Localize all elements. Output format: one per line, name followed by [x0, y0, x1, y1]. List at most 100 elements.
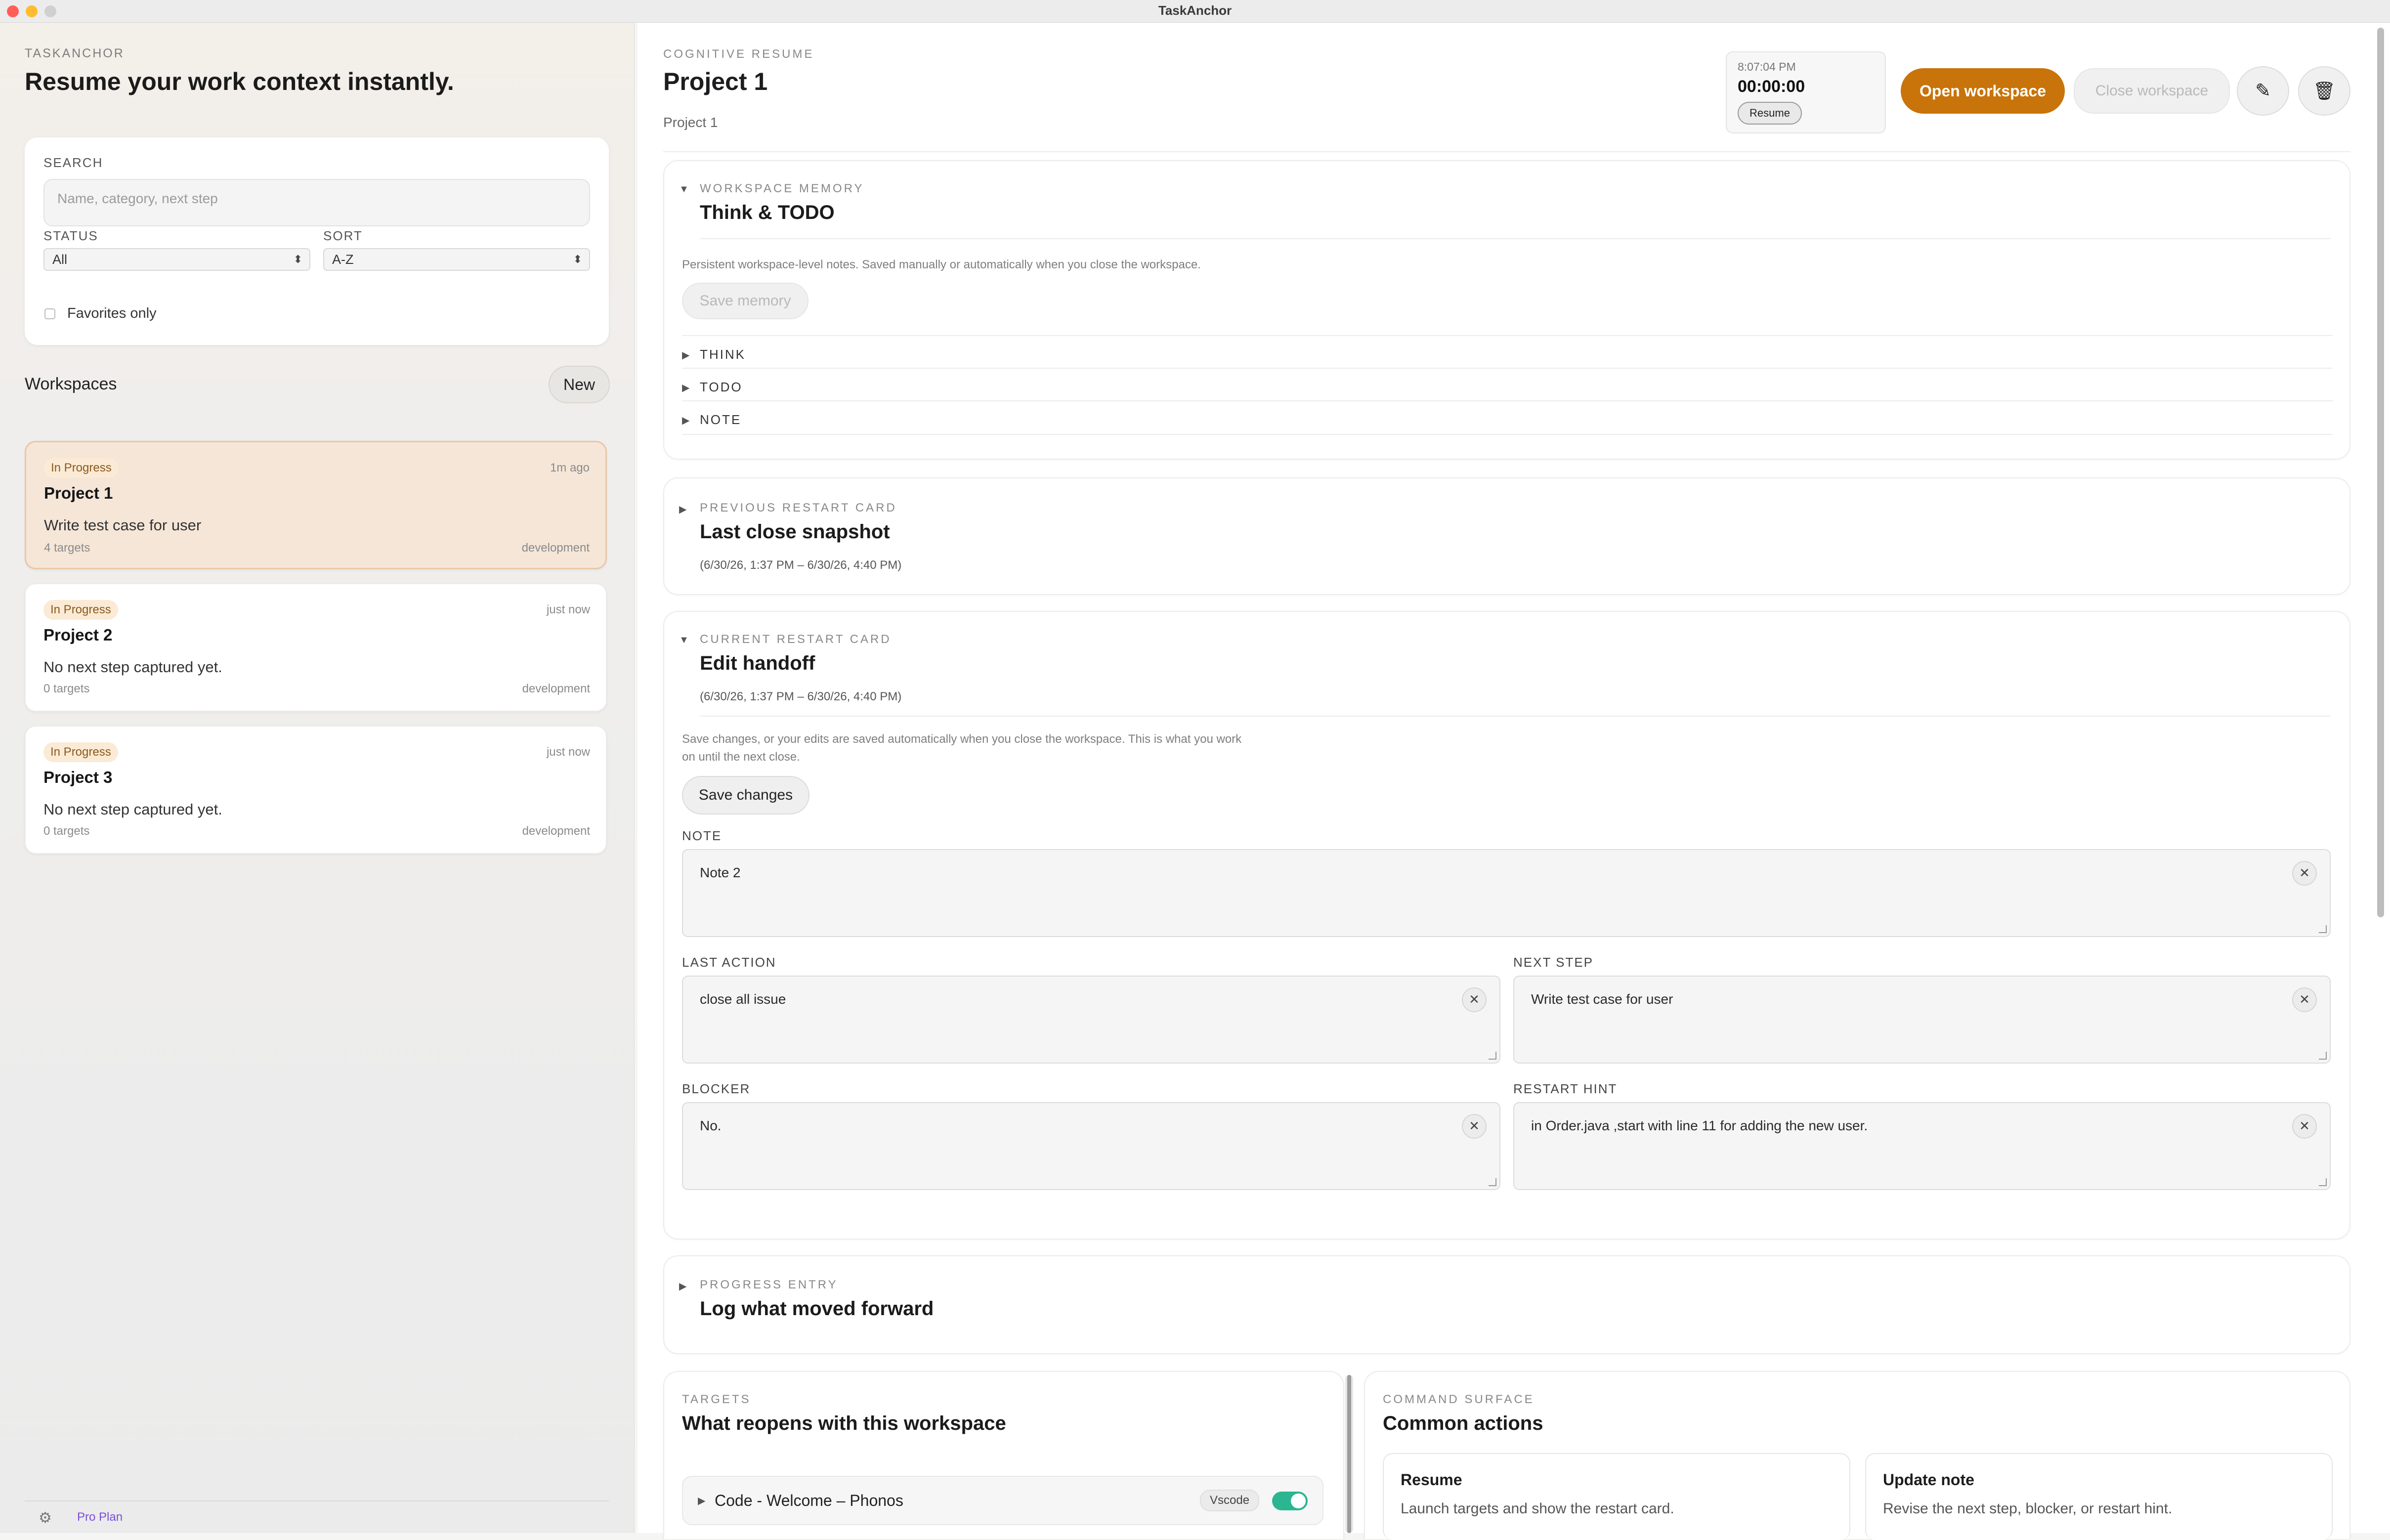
restart-hint-textarea[interactable]: in Order.java ,start with line 11 for ad…	[1513, 1102, 2331, 1190]
previous-restart-section[interactable]: ▶ PREVIOUS RESTART CARD Last close snaps…	[663, 477, 2350, 595]
filter-card: SEARCH Name, category, next step STATUS …	[25, 137, 609, 345]
workspace-targets: 0 targets	[43, 824, 90, 838]
workspace-category: development	[522, 824, 590, 838]
save-changes-button[interactable]: Save changes	[682, 776, 810, 814]
status-badge: In Progress	[43, 600, 118, 620]
target-row[interactable]: ▶ Code - Welcome – Phonos Vscode	[682, 1476, 1323, 1525]
collapse-triangle-icon[interactable]: ▼	[679, 184, 689, 195]
think-row[interactable]: THINK	[700, 347, 746, 362]
progress-entry-section[interactable]: ▶ PROGRESS ENTRY Log what moved forward	[663, 1255, 2350, 1354]
toggle-knob	[1291, 1494, 1306, 1508]
note-row[interactable]: NOTE	[700, 412, 741, 428]
current-description-2: on until the next close.	[682, 750, 800, 764]
previous-range: (6/30/26, 1:37 PM – 6/30/26, 4:40 PM)	[700, 558, 902, 572]
clear-close-icon[interactable]: ✕	[2292, 987, 2317, 1012]
targets-scrollbar[interactable]	[1345, 1375, 1353, 1533]
todo-row[interactable]: TODO	[700, 380, 743, 395]
clear-close-icon[interactable]: ✕	[2292, 861, 2317, 886]
window-title: TaskAnchor	[1158, 3, 1232, 18]
command-eyebrow: COMMAND SURFACE	[1383, 1393, 1535, 1406]
next-step-textarea[interactable]: Write test case for user ✕	[1513, 976, 2331, 1064]
last-action-label: LAST ACTION	[682, 955, 776, 970]
clear-close-icon[interactable]: ✕	[2292, 1114, 2317, 1139]
page-subtitle: Project 1	[663, 115, 718, 130]
note-label: NOTE	[682, 828, 722, 843]
resize-grip[interactable]	[2319, 925, 2327, 933]
sidebar-footer-divider	[25, 1500, 609, 1501]
main-panel: COGNITIVE RESUME Project 1 Project 1 8:0…	[638, 23, 2390, 1540]
targets-title: What reopens with this workspace	[682, 1412, 1006, 1434]
progress-title: Log what moved forward	[700, 1298, 934, 1320]
favorites-checkbox[interactable]	[44, 308, 55, 319]
plan-badge[interactable]: Pro Plan	[77, 1510, 123, 1524]
workspace-targets: 4 targets	[44, 541, 90, 555]
workspace-next-step: No next step captured yet.	[43, 801, 222, 818]
sidebar-headline: Resume your work context instantly.	[25, 68, 454, 95]
workspace-title: Project 3	[43, 768, 113, 786]
workspace-category: development	[521, 541, 590, 555]
expand-triangle-icon[interactable]: ▶	[682, 414, 689, 427]
workspace-time: 1m ago	[550, 461, 590, 474]
status-value: All	[52, 252, 68, 267]
current-title: Edit handoff	[700, 652, 815, 674]
workspace-category: development	[522, 682, 590, 695]
workspace-title: Project 2	[43, 626, 113, 644]
search-input[interactable]: Name, category, next step	[43, 179, 590, 226]
favorites-label: Favorites only	[67, 305, 157, 321]
page-title: Project 1	[663, 68, 768, 95]
timer-resume-button[interactable]: Resume	[1738, 102, 1802, 125]
targets-section: TARGETS What reopens with this workspace…	[663, 1371, 1344, 1539]
trash-icon[interactable]: 🗑	[2298, 66, 2350, 116]
divider	[682, 434, 2333, 435]
expand-triangle-icon[interactable]: ▶	[698, 1495, 705, 1507]
edit-icon[interactable]: ✎	[2237, 66, 2289, 116]
select-arrow-icon: ⬍	[573, 253, 582, 265]
status-label: STATUS	[43, 228, 98, 243]
action-desc: Revise the next step, blocker, or restar…	[1883, 1500, 2173, 1517]
expand-triangle-icon[interactable]: ▶	[679, 1280, 686, 1292]
status-select[interactable]: All ⬍	[43, 248, 310, 271]
close-workspace-button[interactable]: Close workspace	[2074, 68, 2230, 114]
update-note-action-card[interactable]: Update note Revise the next step, blocke…	[1865, 1453, 2333, 1540]
resize-grip[interactable]	[2319, 1052, 2327, 1060]
restart-hint-label: RESTART HINT	[1513, 1081, 1618, 1096]
clear-close-icon[interactable]: ✕	[1462, 987, 1487, 1012]
expand-triangle-icon[interactable]: ▶	[679, 503, 686, 515]
settings-gear-icon[interactable]: ⚙	[39, 1509, 52, 1527]
clear-close-icon[interactable]: ✕	[1462, 1114, 1487, 1139]
workspace-card[interactable]: In Progress just now Project 2 No next s…	[25, 583, 607, 712]
blocker-textarea[interactable]: No. ✕	[682, 1102, 1500, 1190]
sort-label: SORT	[323, 228, 363, 243]
workspace-next-step: No next step captured yet.	[43, 658, 222, 676]
timer-clock: 8:07:04 PM	[1738, 60, 1796, 73]
open-workspace-button[interactable]: Open workspace	[1901, 68, 2065, 114]
new-workspace-button[interactable]: New	[549, 366, 610, 403]
save-memory-button[interactable]: Save memory	[682, 283, 809, 319]
select-arrow-icon: ⬍	[293, 253, 302, 265]
workspace-card[interactable]: In Progress 1m ago Project 1 Write test …	[25, 441, 607, 569]
collapse-triangle-icon[interactable]: ▼	[679, 635, 689, 646]
expand-triangle-icon[interactable]: ▶	[682, 382, 689, 394]
workspace-card[interactable]: In Progress just now Project 3 No next s…	[25, 726, 607, 854]
sort-select[interactable]: A-Z ⬍	[323, 248, 590, 271]
expand-triangle-icon[interactable]: ▶	[682, 349, 689, 361]
last-action-textarea[interactable]: close all issue ✕	[682, 976, 1500, 1064]
resume-action-card[interactable]: Resume Launch targets and show the resta…	[1383, 1453, 1850, 1540]
note-textarea[interactable]: Note 2 ✕	[682, 849, 2331, 937]
targets-scroll-thumb[interactable]	[1347, 1375, 1351, 1533]
resize-grip[interactable]	[2319, 1178, 2327, 1186]
previous-eyebrow: PREVIOUS RESTART CARD	[700, 501, 897, 514]
command-title: Common actions	[1383, 1412, 1543, 1434]
last-action-value: close all issue	[700, 991, 786, 1007]
current-description-1: Save changes, or your edits are saved au…	[682, 732, 1242, 746]
main-scrollbar[interactable]	[2377, 28, 2384, 917]
search-placeholder: Name, category, next step	[57, 191, 218, 206]
memory-eyebrow: WORKSPACE MEMORY	[700, 182, 864, 195]
action-title: Resume	[1401, 1471, 1462, 1489]
sidebar: TASKANCHOR Resume your work context inst…	[0, 23, 635, 1533]
timer-box: 8:07:04 PM 00:00:00 Resume	[1726, 51, 1886, 133]
target-toggle[interactable]	[1272, 1492, 1308, 1510]
header-divider	[663, 151, 2350, 152]
resize-grip[interactable]	[1489, 1178, 1496, 1186]
resize-grip[interactable]	[1489, 1052, 1496, 1060]
